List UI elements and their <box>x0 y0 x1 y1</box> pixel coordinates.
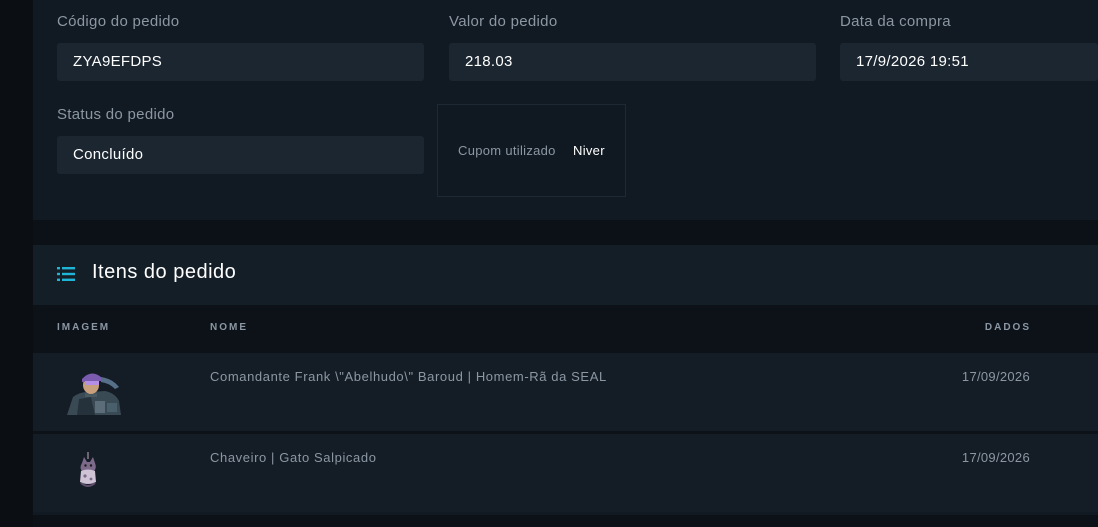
order-value-label: Valor do pedido <box>449 13 558 30</box>
item-name: Comandante Frank \"Abelhudo\" Baroud | H… <box>210 369 607 384</box>
order-code-field[interactable]: ZYA9EFDPS <box>57 43 424 81</box>
column-header-image: IMAGEM <box>57 322 111 333</box>
list-icon <box>57 267 75 281</box>
items-header: Itens do pedido <box>33 245 1098 305</box>
table-row[interactable]: Chaveiro | Gato Salpicado 17/09/2026 <box>33 434 1098 512</box>
order-status-label: Status do pedido <box>57 106 175 123</box>
table-row[interactable]: Comandante Frank \"Abelhudo\" Baroud | H… <box>33 353 1098 431</box>
item-date: 17/09/2026 <box>961 450 1030 465</box>
coupon-box: Cupom utilizado Niver <box>437 104 626 197</box>
order-items-card: Itens do pedido IMAGEM NOME DADOS Comand… <box>33 245 1098 515</box>
purchase-date-field[interactable]: 17/9/2026 19:51 <box>840 43 1098 81</box>
items-section-title: Itens do pedido <box>92 261 237 283</box>
column-header-date: DADOS <box>984 322 1031 333</box>
order-value-field[interactable]: 218.03 <box>449 43 816 81</box>
left-gutter <box>0 0 33 527</box>
agent-character-thumbnail-icon <box>67 373 121 415</box>
keychain-cat-thumbnail-icon <box>80 452 96 487</box>
item-date: 17/09/2026 <box>961 369 1030 384</box>
column-header-name: NOME <box>210 322 248 333</box>
coupon-label: Cupom utilizado <box>458 143 556 158</box>
coupon-value: Niver <box>573 143 605 158</box>
order-details-card: Código do pedido ZYA9EFDPS Valor do pedi… <box>33 0 1098 220</box>
item-name: Chaveiro | Gato Salpicado <box>210 450 377 465</box>
order-status-field[interactable]: Concluído <box>57 136 424 174</box>
order-code-label: Código do pedido <box>57 13 180 30</box>
items-table-header: IMAGEM NOME DADOS <box>33 305 1098 353</box>
order-details-page: Código do pedido ZYA9EFDPS Valor do pedi… <box>0 0 1098 527</box>
purchase-date-label: Data da compra <box>840 13 951 30</box>
